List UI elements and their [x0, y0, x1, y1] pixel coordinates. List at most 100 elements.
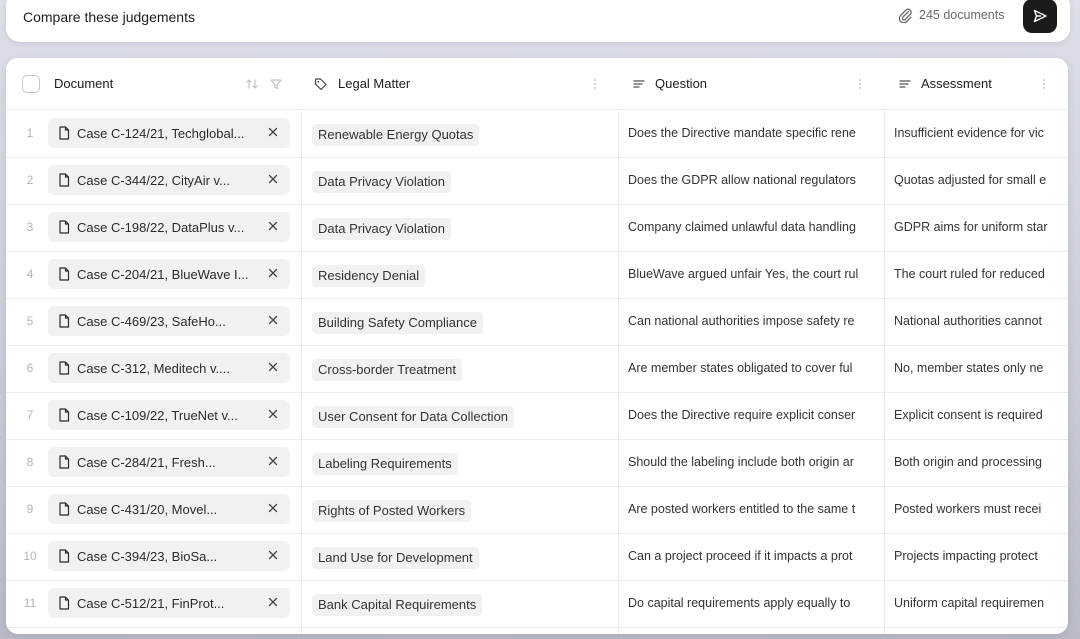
legal-matter-tag[interactable]: Labeling Requirements — [312, 453, 458, 475]
assessment-cell[interactable]: Quotas adjusted for small e — [894, 157, 1068, 204]
assessment-cell[interactable]: Posted workers must recei — [894, 486, 1068, 533]
question-cell[interactable]: BlueWave argued unfair Yes, the court ru… — [628, 251, 884, 298]
select-all-checkbox[interactable] — [22, 75, 40, 93]
document-icon — [59, 267, 70, 281]
remove-document-button[interactable] — [265, 500, 281, 516]
document-icon — [59, 220, 70, 234]
document-name: Case C-469/23, SafeHo... — [77, 313, 226, 329]
column-title-document: Document — [54, 76, 114, 91]
remove-document-button[interactable] — [265, 124, 281, 140]
remove-document-button[interactable] — [265, 453, 281, 469]
documents-table: Document Legal Matter Question Assessmen… — [6, 58, 1068, 634]
question-cell[interactable]: Should the labeling include both origin … — [628, 439, 884, 486]
assessment-cell[interactable]: The court ruled for reduced — [894, 251, 1068, 298]
question-cell[interactable]: Does the Directive require explicit cons… — [628, 392, 884, 439]
row-number: 4 — [26, 267, 34, 281]
assessment-cell[interactable]: GDPR aims for uniform star — [894, 204, 1068, 251]
assessment-cell[interactable]: Uniform capital requiremen — [894, 580, 1068, 627]
question-cell[interactable]: Do capital requirements apply equally to — [628, 580, 884, 627]
close-icon — [268, 174, 278, 184]
row-number: 6 — [26, 361, 34, 375]
column-title-assessment: Assessment — [921, 76, 992, 91]
question-cell[interactable]: Does the Directive mandate specific rene — [628, 110, 884, 157]
assessment-cell[interactable]: No, member states only ne — [894, 345, 1068, 392]
table-row[interactable]: 2 Case C-344/22, CityAir v... Data Priva… — [6, 157, 1068, 205]
legal-matter-tag[interactable]: Data Privacy Violation — [312, 171, 451, 193]
table-row[interactable]: 5 Case C-469/23, SafeHo... Building Safe… — [6, 298, 1068, 346]
column-menu-icon[interactable] — [1042, 78, 1046, 90]
attachments-count: 245 documents — [919, 8, 1005, 22]
question-cell[interactable]: Can a project proceed if it impacts a pr… — [628, 533, 884, 580]
legal-matter-tag[interactable]: User Consent for Data Collection — [312, 406, 515, 428]
legal-matter-tag[interactable]: Land Use for Development — [312, 547, 479, 569]
close-icon — [268, 503, 278, 513]
text-lines-icon — [633, 80, 645, 88]
column-menu-icon[interactable] — [593, 78, 597, 90]
document-name: Case C-431/20, Movel... — [77, 501, 218, 517]
legal-matter-tag[interactable]: Building Safety Compliance — [312, 312, 483, 334]
remove-document-button[interactable] — [265, 171, 281, 187]
document-name: Case C-204/21, BlueWave I... — [77, 266, 249, 282]
remove-document-button[interactable] — [265, 547, 281, 563]
remove-document-button[interactable] — [265, 359, 281, 375]
question-cell[interactable]: Are posted workers entitled to the same … — [628, 486, 884, 533]
table-row[interactable]: 11 Case C-512/21, FinProt... Bank Capita… — [6, 580, 1068, 628]
table-row[interactable]: 3 Case C-198/22, DataPlus v... Data Priv… — [6, 204, 1068, 252]
column-header-legal-matter[interactable]: Legal Matter — [338, 58, 410, 109]
document-chip[interactable]: Case C-394/23, BioSa... — [48, 541, 290, 571]
remove-document-button[interactable] — [265, 218, 281, 234]
document-chip[interactable]: Case C-109/22, TrueNet v... — [48, 400, 290, 430]
column-header-document[interactable]: Document — [54, 58, 113, 109]
column-header-question[interactable]: Question — [655, 58, 707, 109]
document-chip[interactable]: Case C-284/21, Fresh... — [48, 447, 290, 477]
assessment-cell[interactable]: National authorities cannot — [894, 298, 1068, 345]
legal-matter-tag[interactable]: Rights of Posted Workers — [312, 500, 472, 522]
table-row[interactable]: 6 Case C-312, Meditech v.... Cross-borde… — [6, 345, 1068, 393]
assessment-cell[interactable]: Projects impacting protect — [894, 533, 1068, 580]
question-cell[interactable]: Can national authorities impose safety r… — [628, 298, 884, 345]
question-cell[interactable]: Does the GDPR allow national regulators — [628, 157, 884, 204]
column-menu-icon[interactable] — [858, 78, 862, 90]
remove-document-button[interactable] — [265, 594, 281, 610]
document-chip[interactable]: Case C-431/20, Movel... — [48, 494, 290, 524]
table-row[interactable]: 7 Case C-109/22, TrueNet v... User Conse… — [6, 392, 1068, 440]
document-chip[interactable]: Case C-469/23, SafeHo... — [48, 306, 290, 336]
document-name: Case C-109/22, TrueNet v... — [77, 407, 238, 423]
remove-document-button[interactable] — [265, 406, 281, 422]
send-button[interactable] — [1023, 0, 1057, 33]
table-row[interactable]: 4 Case C-204/21, BlueWave I... Residency… — [6, 251, 1068, 299]
remove-document-button[interactable] — [265, 265, 281, 281]
document-chip[interactable]: Case C-344/22, CityAir v... — [48, 165, 290, 195]
table-row[interactable]: 10 Case C-394/23, BioSa... Land Use for … — [6, 533, 1068, 581]
document-chip[interactable]: Case C-124/21, Techglobal... — [48, 118, 290, 148]
question-cell[interactable]: Are member states obligated to cover ful — [628, 345, 884, 392]
prompt-input[interactable]: Compare these judgements — [23, 9, 195, 25]
prompt-bar[interactable]: Compare these judgements 245 documents — [6, 0, 1070, 42]
attachments-button[interactable]: 245 documents — [897, 7, 1004, 23]
remove-document-button[interactable] — [265, 312, 281, 328]
table-row[interactable]: 8 Case C-284/21, Fresh... Labeling Requi… — [6, 439, 1068, 487]
close-icon — [268, 362, 278, 372]
table-row[interactable]: 1 Case C-124/21, Techglobal... Renewable… — [6, 110, 1068, 158]
close-icon — [268, 409, 278, 419]
legal-matter-tag[interactable]: Data Privacy Violation — [312, 218, 451, 240]
assessment-cell[interactable]: Explicit consent is required — [894, 392, 1068, 439]
table-row[interactable]: 9 Case C-431/20, Movel... Rights of Post… — [6, 486, 1068, 534]
document-icon — [59, 502, 70, 516]
document-chip[interactable]: Case C-204/21, BlueWave I... — [48, 259, 290, 289]
legal-matter-tag[interactable]: Residency Denial — [312, 265, 426, 287]
document-chip[interactable]: Case C-312, Meditech v.... — [48, 353, 290, 383]
question-cell[interactable]: Company claimed unlawful data handling — [628, 204, 884, 251]
row-number: 1 — [26, 126, 34, 140]
assessment-cell[interactable]: Both origin and processing — [894, 439, 1068, 486]
filter-icon[interactable] — [269, 77, 283, 91]
row-number: 11 — [23, 596, 37, 610]
column-header-assessment[interactable]: Assessment — [921, 58, 992, 109]
document-chip[interactable]: Case C-512/21, FinProt... — [48, 588, 290, 618]
sort-icon[interactable] — [245, 77, 259, 91]
legal-matter-tag[interactable]: Bank Capital Requirements — [312, 594, 483, 616]
document-chip[interactable]: Case C-198/22, DataPlus v... — [48, 212, 290, 242]
assessment-cell[interactable]: Insufficient evidence for vic — [894, 110, 1068, 157]
legal-matter-tag[interactable]: Cross-border Treatment — [312, 359, 462, 381]
legal-matter-tag[interactable]: Renewable Energy Quotas — [312, 124, 480, 146]
